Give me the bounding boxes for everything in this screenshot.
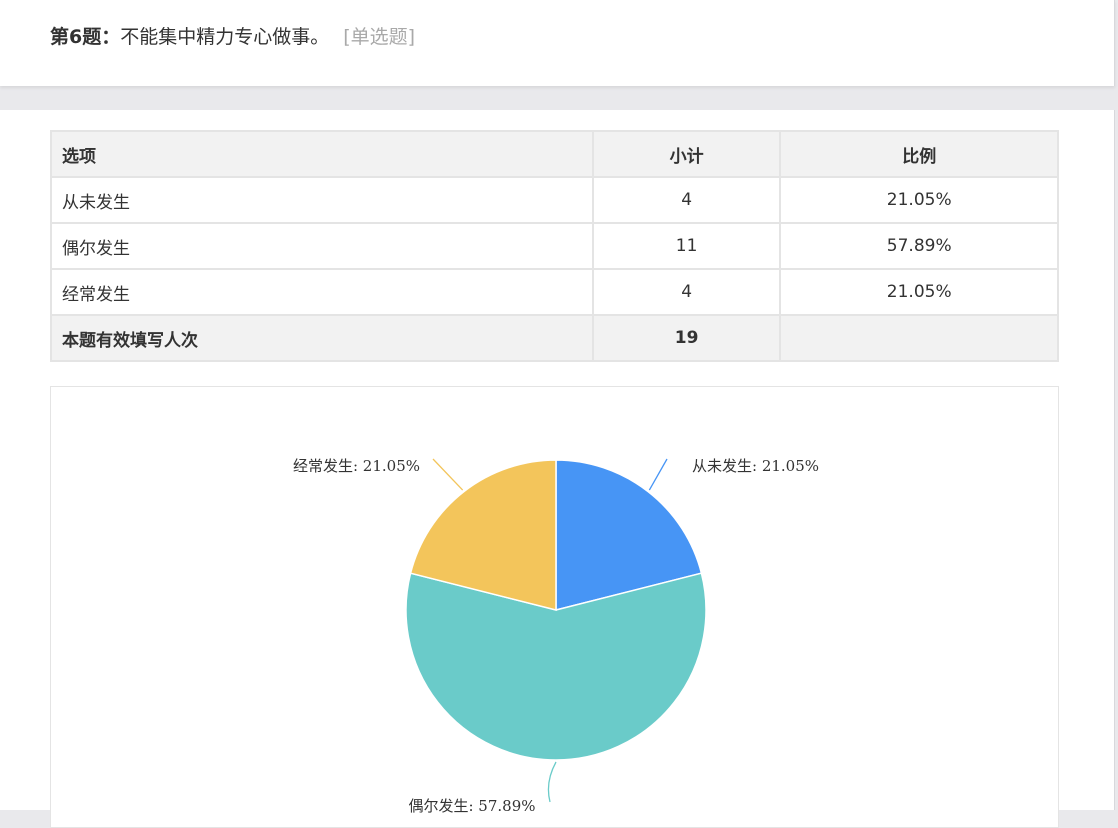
table-row: 偶尔发生 11 57.89%	[50, 222, 1059, 270]
row-option: 偶尔发生	[50, 222, 594, 270]
pie-chart-container: 从未发生: 21.05% 偶尔发生: 57.89% 经常发生: 21.05%	[50, 386, 1059, 828]
total-percent	[779, 314, 1059, 362]
pie-label: 偶尔发生: 57.89%	[408, 797, 535, 815]
question-colon: ：	[101, 26, 121, 48]
pie-label: 经常发生: 21.05%	[293, 457, 420, 475]
pie-leader-line	[432, 458, 464, 491]
question-text: 不能集中精力专心做事。	[120, 26, 330, 48]
row-option: 经常发生	[50, 268, 594, 316]
row-percent: 21.05%	[779, 176, 1059, 224]
row-percent: 21.05%	[779, 268, 1059, 316]
pie-chart: 从未发生: 21.05% 偶尔发生: 57.89% 经常发生: 21.05%	[293, 457, 819, 815]
header-percent: 比例	[779, 130, 1059, 178]
result-table: 选项 小计 比例 从未发生 4 21.05% 偶尔发生 11 57.89% 经常…	[50, 130, 1059, 362]
question-type: [单选题]	[343, 26, 416, 48]
result-panel: 选项 小计 比例 从未发生 4 21.05% 偶尔发生 11 57.89% 经常…	[0, 110, 1115, 828]
pie-label: 从未发生: 21.05%	[692, 457, 819, 475]
table-total-row: 本题有效填写人次 19	[50, 314, 1059, 362]
question-number: 第6题	[50, 26, 102, 48]
header-count: 小计	[591, 130, 782, 178]
table-row: 从未发生 4 21.05%	[50, 176, 1059, 224]
row-percent: 57.89%	[779, 222, 1059, 270]
table-row: 经常发生 4 21.05%	[50, 268, 1059, 316]
total-count: 19	[591, 314, 782, 362]
question-title: 第6题：不能集中精力专心做事。 [单选题]	[50, 24, 415, 50]
total-label: 本题有效填写人次	[50, 314, 594, 362]
row-option: 从未发生	[50, 176, 594, 224]
pie-leader-line	[547, 761, 557, 803]
row-count: 4	[591, 268, 782, 316]
header-option: 选项	[50, 130, 594, 178]
row-count: 11	[591, 222, 782, 270]
row-count: 4	[591, 176, 782, 224]
pie-leader-line	[648, 458, 668, 491]
question-header: 第6题：不能集中精力专心做事。 [单选题]	[0, 0, 1115, 86]
table-header-row: 选项 小计 比例	[50, 130, 1059, 178]
